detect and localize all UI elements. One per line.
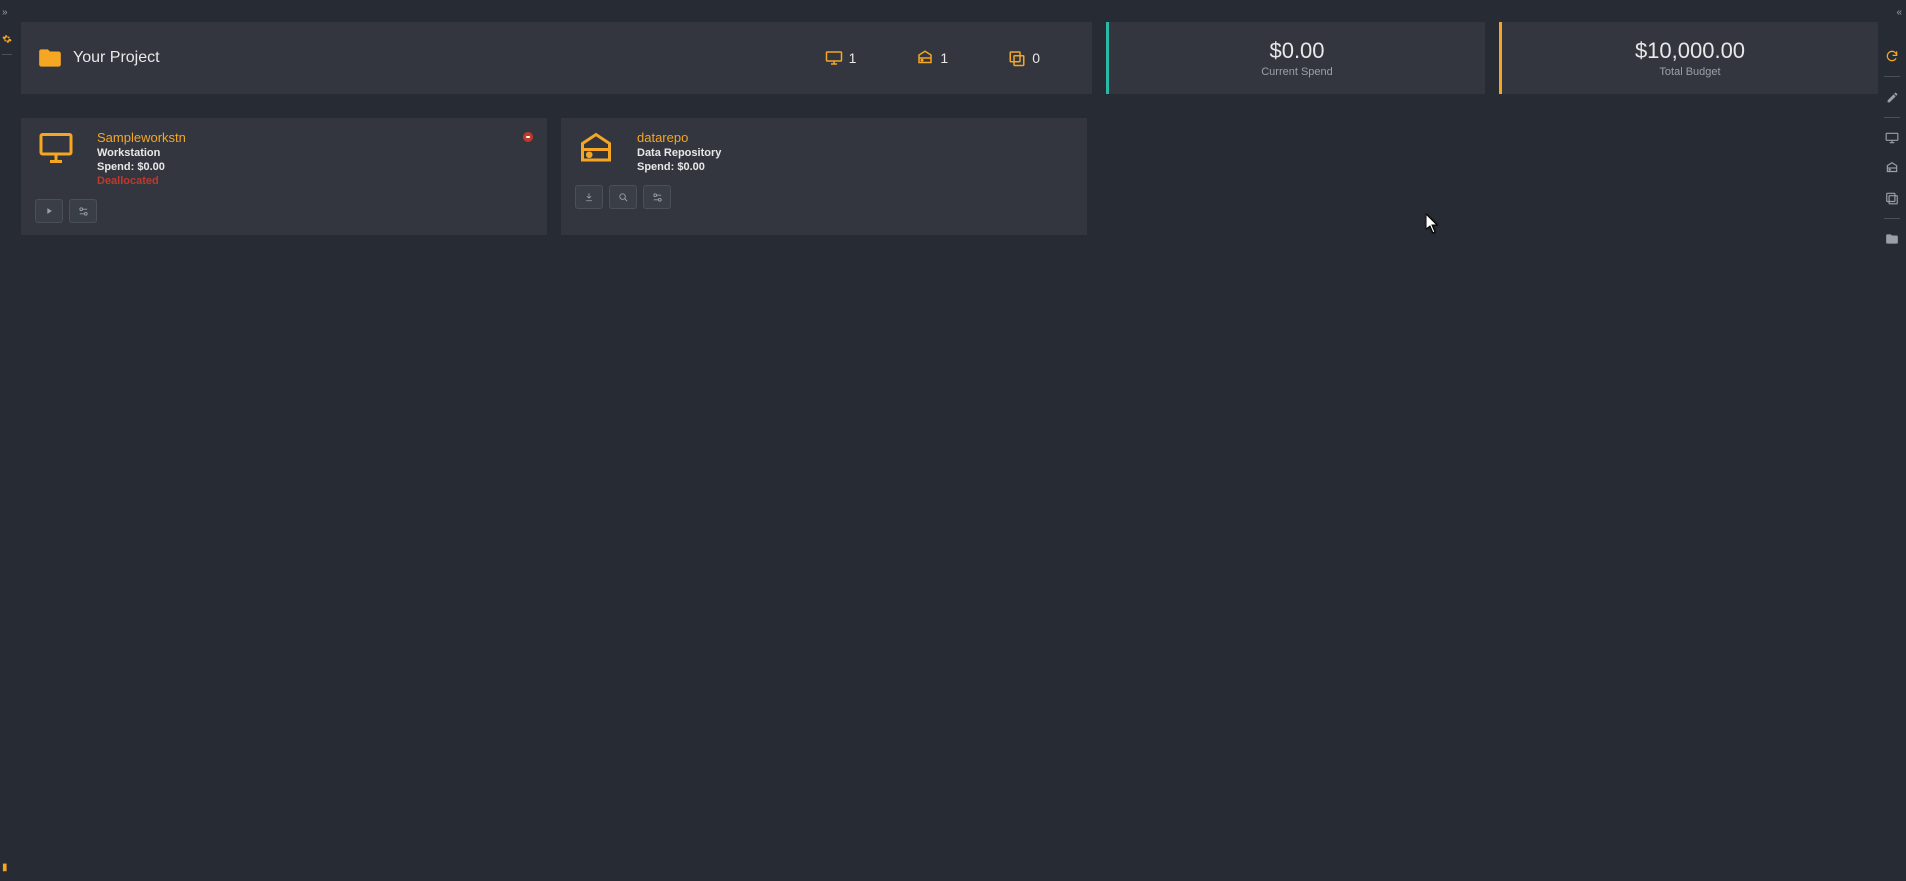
workstation-type: Workstation — [97, 147, 186, 159]
server-count-value: 0 — [1032, 50, 1040, 66]
deallocated-status-icon — [523, 132, 533, 142]
refresh-button[interactable] — [1882, 46, 1902, 66]
left-rail-separator — [2, 54, 12, 55]
server-count: 0 — [1008, 49, 1040, 67]
workstation-actions — [35, 199, 533, 223]
workstation-count-value: 1 — [849, 50, 857, 66]
datarepo-actions — [575, 185, 1073, 209]
add-server-button[interactable] — [1882, 188, 1902, 208]
storage-count-value: 1 — [940, 50, 948, 66]
datarepo-meta: datarepo Data Repository Spend: $0.00 — [637, 130, 721, 173]
main-content: Your Project 1 1 0 $0.00 Cur — [21, 22, 1878, 881]
project-title-panel: Your Project 1 1 0 — [21, 22, 1092, 94]
workstation-spend: Spend: $0.00 — [97, 161, 186, 173]
workstation-card[interactable]: Sampleworkstn Workstation Spend: $0.00 D… — [21, 118, 547, 235]
workstation-card-body: Sampleworkstn Workstation Spend: $0.00 D… — [35, 130, 533, 187]
workstation-name[interactable]: Sampleworkstn — [97, 130, 186, 145]
total-budget-panel: $10,000.00 Total Budget — [1499, 22, 1878, 94]
folder-icon — [37, 45, 63, 71]
current-spend-panel: $0.00 Current Spend — [1106, 22, 1485, 94]
browse-button[interactable] — [609, 185, 637, 209]
datarepo-type: Data Repository — [637, 147, 721, 159]
resource-cards: Sampleworkstn Workstation Spend: $0.00 D… — [21, 118, 1878, 235]
edit-button[interactable] — [1882, 87, 1902, 107]
expand-left-nav[interactable]: » — [2, 8, 8, 18]
workstation-count: 1 — [825, 49, 857, 67]
start-button[interactable] — [35, 199, 63, 223]
left-nav-collapsed: » ▮ — [0, 0, 14, 881]
project-title: Your Project — [37, 45, 160, 71]
app-root: { "project": { "title": "Your Project", … — [0, 0, 1906, 881]
storage-icon — [575, 130, 617, 172]
datarepo-card-body: datarepo Data Repository Spend: $0.00 — [575, 130, 1073, 173]
datarepo-settings-button[interactable] — [643, 185, 671, 209]
expand-right-rail[interactable]: « — [1896, 8, 1902, 18]
total-budget-value: $10,000.00 — [1635, 38, 1745, 64]
datarepo-spend: Spend: $0.00 — [637, 161, 721, 173]
datarepo-card[interactable]: datarepo Data Repository Spend: $0.00 — [561, 118, 1087, 235]
right-rail-sep-3 — [1884, 218, 1900, 219]
add-workstation-button[interactable] — [1882, 128, 1902, 148]
right-rail-sep-1 — [1884, 76, 1900, 77]
left-rail-bottom-icon[interactable]: ▮ — [2, 863, 8, 873]
project-title-text: Your Project — [73, 49, 160, 67]
current-spend-label: Current Spend — [1261, 66, 1333, 78]
workstation-meta: Sampleworkstn Workstation Spend: $0.00 D… — [97, 130, 186, 187]
right-rail-sep-2 — [1884, 117, 1900, 118]
budget-panels: $0.00 Current Spend $10,000.00 Total Bud… — [1106, 22, 1878, 94]
datarepo-name[interactable]: datarepo — [637, 130, 721, 145]
current-spend-value: $0.00 — [1269, 38, 1324, 64]
workstation-settings-button[interactable] — [69, 199, 97, 223]
add-storage-button[interactable] — [1882, 158, 1902, 178]
total-budget-label: Total Budget — [1659, 66, 1720, 78]
right-tool-rail: « — [1878, 0, 1906, 881]
resource-counts: 1 1 0 — [825, 49, 1076, 67]
download-button[interactable] — [575, 185, 603, 209]
storage-count: 1 — [916, 49, 948, 67]
project-header: Your Project 1 1 0 $0.00 Cur — [21, 22, 1878, 94]
folder-button[interactable] — [1882, 229, 1902, 249]
monitor-icon — [35, 130, 77, 172]
workstation-status: Deallocated — [97, 175, 186, 187]
settings-icon[interactable] — [2, 34, 12, 44]
